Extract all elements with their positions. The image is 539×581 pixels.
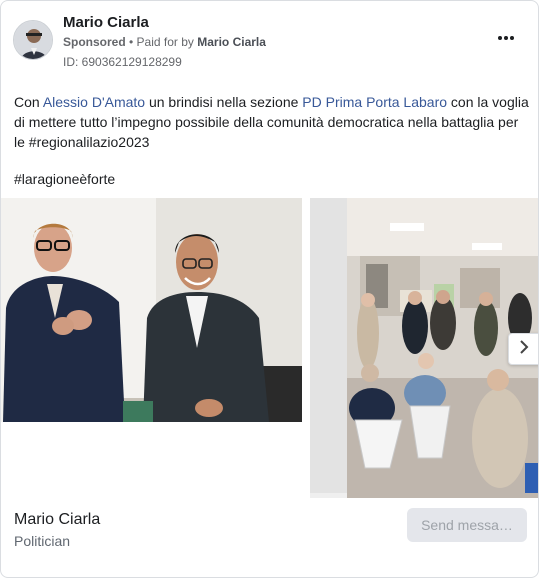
mention-pd-prima-porta-labaro[interactable]: PD Prima Porta Labaro: [302, 94, 447, 110]
payer-name: Mario Ciarla: [197, 35, 266, 49]
image-carousel: [1, 198, 538, 498]
avatar[interactable]: [13, 20, 53, 60]
ad-footer: Mario Ciarla Politician Send messa…: [14, 508, 529, 549]
send-message-button[interactable]: Send messa…: [407, 508, 527, 542]
hashtag[interactable]: #laragioneèforte: [14, 171, 115, 187]
post-text-part: un brindisi nella sezione: [145, 94, 303, 110]
sponsored-label: Sponsored: [63, 35, 126, 49]
footer-page-name[interactable]: Mario Ciarla: [14, 511, 100, 529]
carousel-slide-2[interactable]: [310, 198, 538, 498]
ad-header: Mario Ciarla Sponsored • Paid for by Mar…: [13, 14, 526, 70]
paid-for-prefix: Paid for by: [136, 35, 198, 49]
carousel-slide-1[interactable]: [1, 198, 302, 498]
ad-library-id: ID: 690362129128299: [63, 55, 182, 69]
ad-card: Mario Ciarla Sponsored • Paid for by Mar…: [0, 0, 539, 578]
sponsor-line: Sponsored • Paid for by Mario Ciarla: [63, 35, 266, 49]
page-name[interactable]: Mario Ciarla: [63, 14, 149, 31]
separator: •: [125, 35, 137, 49]
carousel-next-button[interactable]: [508, 333, 538, 365]
footer-page-category: Politician: [14, 533, 71, 549]
more-horizontal-icon[interactable]: [494, 30, 518, 46]
mention-alessio-damato[interactable]: Alessio D'Amato: [43, 94, 145, 110]
chevron-right-icon: [517, 339, 531, 359]
post-text-part: Con: [14, 94, 43, 110]
post-text: Con Alessio D'Amato un brindisi nella se…: [14, 92, 529, 152]
